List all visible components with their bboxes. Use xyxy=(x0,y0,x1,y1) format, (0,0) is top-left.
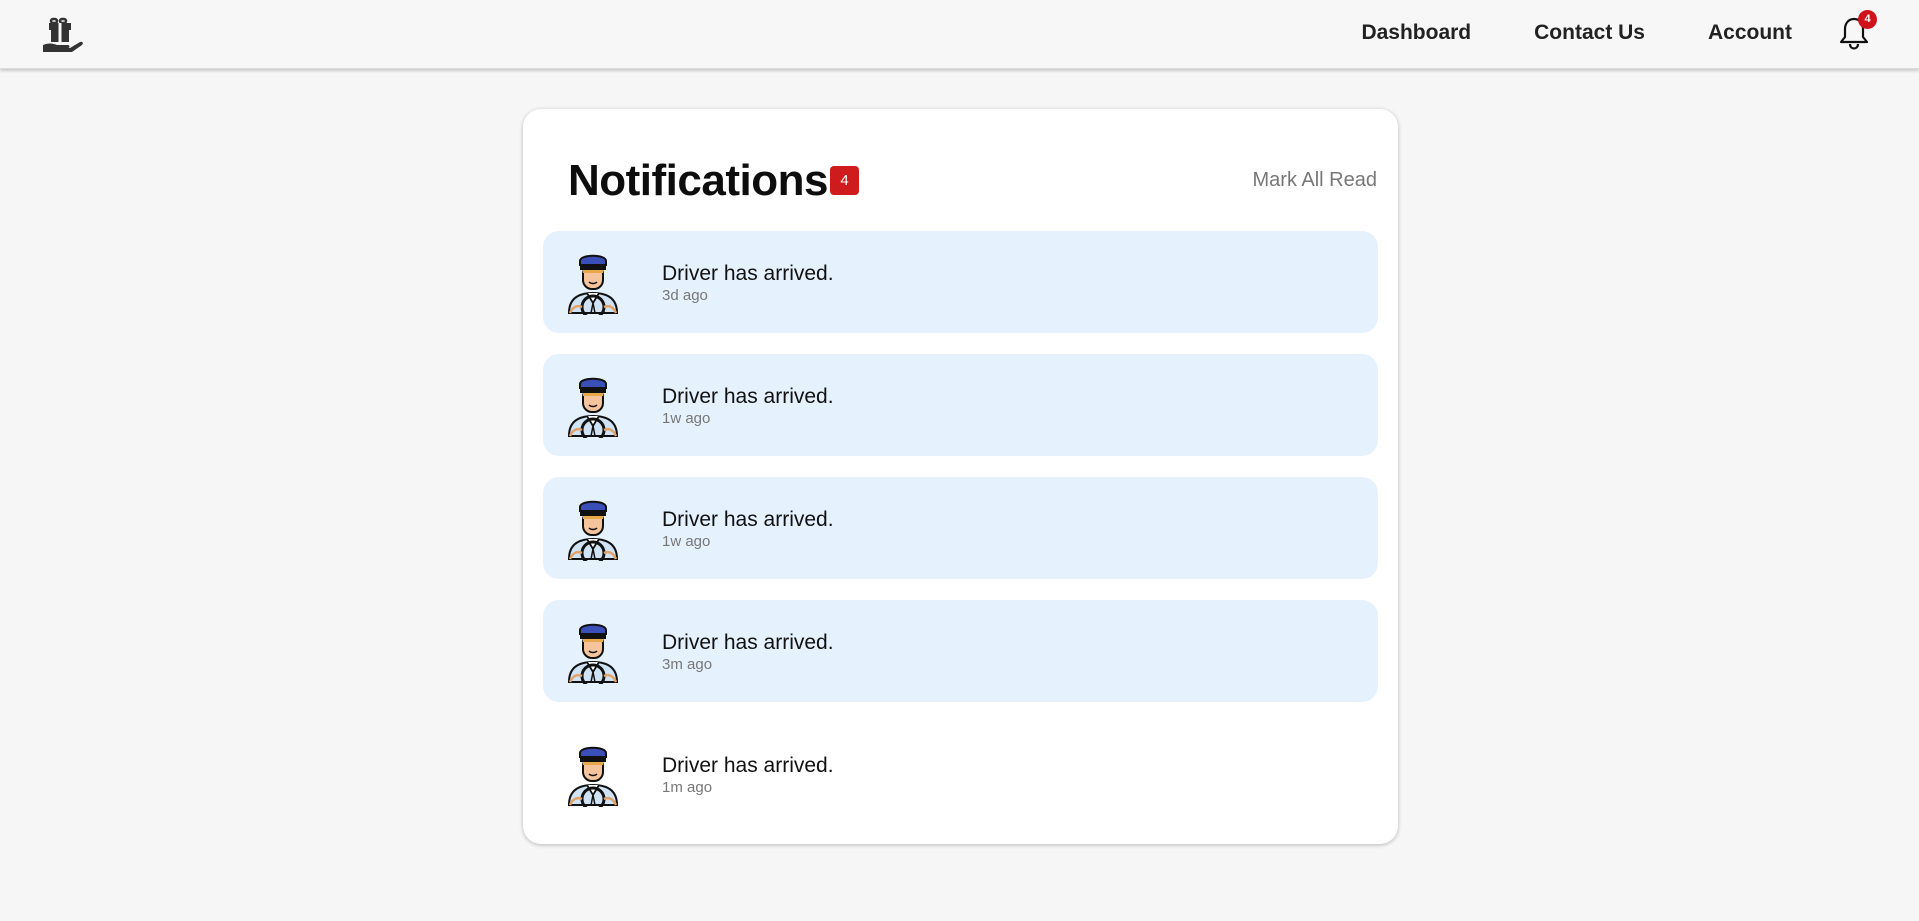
notification-message: Driver has arrived. xyxy=(662,385,834,408)
notification-time: 1m ago xyxy=(662,779,713,796)
gift-in-hand-icon[interactable] xyxy=(42,13,84,53)
driver-avatar-icon xyxy=(567,254,619,315)
nav-dashboard-link[interactable]: Dashboard xyxy=(1361,21,1471,45)
notifications-bell-button[interactable]: 4 xyxy=(1837,10,1877,50)
notification-item[interactable]: Driver has arrived. 1w ago xyxy=(543,477,1378,579)
mark-all-read-button[interactable]: Mark All Read xyxy=(1253,169,1378,192)
nav-account-link[interactable]: Account xyxy=(1708,21,1792,45)
notification-message: Driver has arrived. xyxy=(662,262,834,285)
driver-avatar-icon xyxy=(567,500,619,561)
notifications-card: Notifications 4 Mark All Read Driver has… xyxy=(523,109,1398,844)
notification-item[interactable]: Driver has arrived. 1m ago xyxy=(543,723,1378,825)
unread-count-badge: 4 xyxy=(830,166,859,195)
notification-time: 1w ago xyxy=(662,410,711,427)
notification-time: 1w ago xyxy=(662,533,711,550)
bell-count-badge: 4 xyxy=(1858,10,1877,29)
main-nav: Dashboard Contact Us Account 4 xyxy=(1361,0,1919,66)
notification-message: Driver has arrived. xyxy=(662,508,834,531)
driver-avatar-icon xyxy=(567,623,619,684)
driver-avatar-icon xyxy=(567,746,619,807)
driver-avatar-icon xyxy=(567,377,619,438)
notification-message: Driver has arrived. xyxy=(662,754,834,777)
notification-item[interactable]: Driver has arrived. 1w ago xyxy=(543,354,1378,456)
page-title: Notifications xyxy=(568,156,828,205)
notification-time: 3m ago xyxy=(662,656,713,673)
notification-time: 3d ago xyxy=(662,287,708,304)
notification-item[interactable]: Driver has arrived. 3d ago xyxy=(543,231,1378,333)
top-navbar: Dashboard Contact Us Account 4 xyxy=(0,0,1919,69)
notification-item[interactable]: Driver has arrived. 3m ago xyxy=(543,600,1378,702)
nav-contact-us-link[interactable]: Contact Us xyxy=(1534,21,1645,45)
notification-message: Driver has arrived. xyxy=(662,631,834,654)
notification-list: Driver has arrived. 3d ago Driver has ar… xyxy=(543,231,1378,846)
